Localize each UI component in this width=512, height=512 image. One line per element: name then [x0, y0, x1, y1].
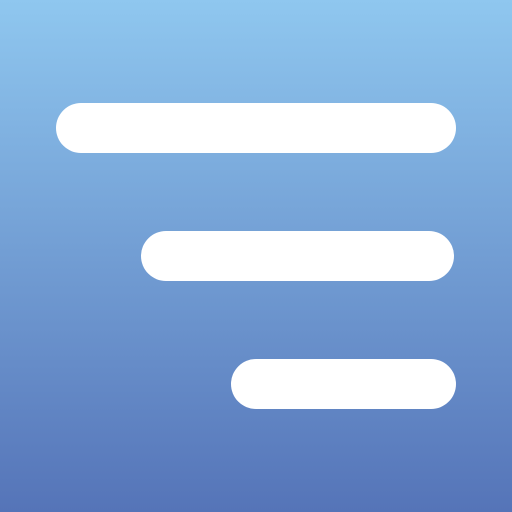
short-line-bar [231, 359, 456, 409]
filter-lines-icon [0, 0, 512, 512]
long-line-bar [56, 103, 456, 153]
medium-line-bar [141, 231, 454, 281]
